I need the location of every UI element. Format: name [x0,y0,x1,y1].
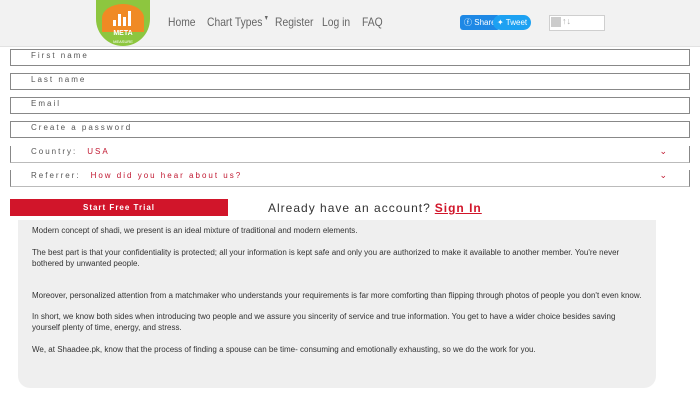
first-name-field[interactable]: First name [10,49,690,66]
first-name-placeholder: First name [31,51,89,60]
chevron-down-icon: ▼ [264,15,270,22]
vote-widget[interactable]: ↑↓ [549,15,605,31]
country-label: Country: [31,147,78,156]
logo-bars-icon [113,10,133,26]
password-field[interactable]: Create a password [10,121,690,138]
logo-subtext: MEASURE [113,39,133,44]
chevron-down-icon: ⌄ [659,170,667,180]
country-value: USA [87,147,110,156]
twitter-icon: ✦ [497,18,504,27]
about-panel: Modern concept of shadi, we present is a… [18,220,656,388]
about-paragraph: The best part is that your confidentiali… [32,248,620,268]
facebook-icon: ⓕ [464,18,472,27]
nav-home[interactable]: Home [168,15,196,29]
nav-faq[interactable]: FAQ [362,15,383,29]
referrer-select-text: Referrer: How did you hear about us? [31,171,242,180]
start-free-trial-button[interactable]: Start Free Trial [10,199,228,216]
referrer-value: How did you hear about us? [90,171,243,180]
about-paragraph: In short, we know both sides when introd… [32,312,616,332]
country-select-text: Country: USA [31,147,110,156]
last-name-placeholder: Last name [31,75,87,84]
referrer-select[interactable]: Referrer: How did you hear about us? ⌄ [10,170,690,187]
widget-icon [551,17,561,27]
tweet-label: Tweet [505,18,528,27]
password-placeholder: Create a password [31,123,133,132]
site-logo[interactable]: META MEASURE [96,0,150,46]
email-placeholder: Email [31,99,62,108]
already-account-line: Already have an account? Sign In [268,201,482,215]
logo-text: META [113,30,133,37]
up-down-arrows-icon[interactable]: ↑↓ [562,16,571,26]
sign-in-link[interactable]: Sign In [435,201,482,215]
already-account-text: Already have an account? [268,201,431,215]
about-paragraph: We, at Shaadee.pk, know that the process… [32,345,536,354]
country-select[interactable]: Country: USA ⌄ [10,146,690,163]
referrer-label: Referrer: [31,171,81,180]
top-navbar: META MEASURE Home Chart Types ▼ Register … [0,0,700,47]
nav-chart-types-label: Chart Types [207,15,263,29]
nav-login[interactable]: Log in [322,15,350,29]
email-field[interactable]: Email [10,97,690,114]
chevron-down-icon: ⌄ [659,146,667,156]
about-paragraph: Modern concept of shadi, we present is a… [32,226,358,235]
nav-register[interactable]: Register [275,15,313,29]
nav-chart-types[interactable]: Chart Types ▼ [207,15,269,29]
about-paragraph: Moreover, personalized attention from a … [32,291,642,300]
last-name-field[interactable]: Last name [10,73,690,90]
tweet-button[interactable]: ✦ Tweet [493,15,532,30]
